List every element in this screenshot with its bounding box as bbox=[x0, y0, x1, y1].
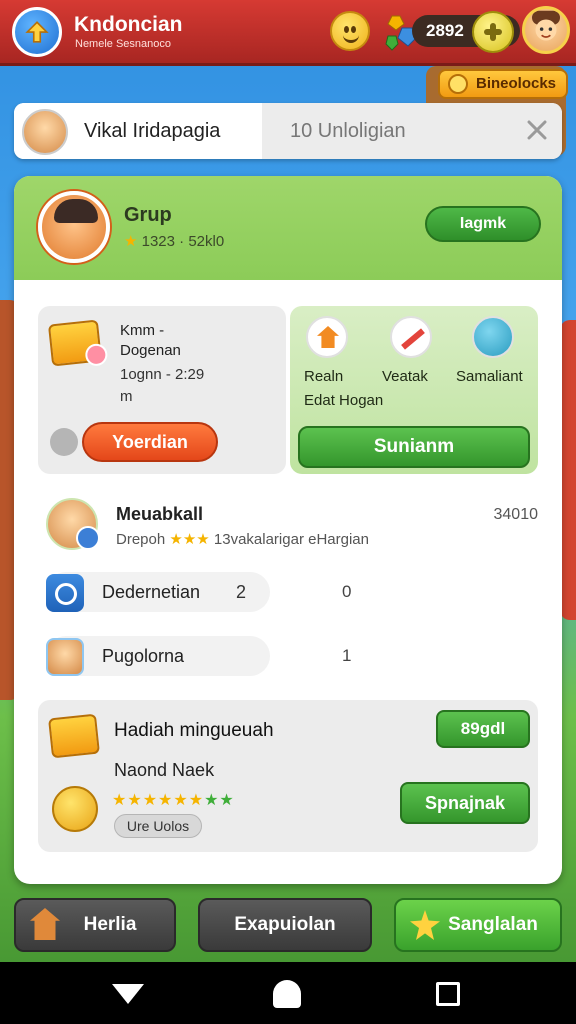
player-avatar bbox=[46, 498, 100, 550]
tabs-row: Vikal Iridapagia 10 Unloligian bbox=[14, 103, 562, 159]
tab-active[interactable]: Vikal Iridapagia bbox=[14, 103, 262, 159]
player-name: Meuabkall bbox=[116, 504, 204, 524]
action-label-3: Samaliant bbox=[456, 368, 523, 385]
ticket-icon bbox=[48, 713, 100, 759]
rating-stars: ★★★ bbox=[169, 531, 210, 548]
list-item[interactable]: Meuabkall Drepoh ★★★ 13vakalarigar eHarg… bbox=[38, 494, 538, 554]
reward-tag: Ure Uolos bbox=[114, 814, 202, 838]
app-title: Kndoncian bbox=[74, 13, 183, 36]
actions-button[interactable]: Sunianm bbox=[298, 426, 530, 468]
app-icon bbox=[46, 574, 84, 612]
main-card: Grup ★ 1323 · 52kl0 Iagmk Kmm - Dogenan … bbox=[14, 176, 562, 884]
reward-stars-green: ★★ bbox=[204, 792, 235, 809]
arrow-up-icon-glyph bbox=[25, 21, 49, 43]
actions-subtext: Edat Hogan bbox=[304, 392, 384, 409]
back-icon[interactable] bbox=[112, 984, 144, 1004]
bottom-action-bar: Herlia Exapuiolan Sanglalan bbox=[0, 892, 576, 960]
arrow-up-icon[interactable] bbox=[12, 7, 62, 57]
reward-title: Hadiah mingueuah bbox=[114, 720, 274, 741]
event-time: 1ognn - 2:29 bbox=[120, 366, 205, 383]
house-icon bbox=[30, 908, 60, 940]
tab-active-label: Vikal Iridapagia bbox=[84, 120, 221, 142]
reward-stars-gold: ★★★★★★ bbox=[112, 792, 205, 809]
close-icon[interactable] bbox=[524, 117, 550, 143]
reward-claim-button[interactable]: Spnajnak bbox=[400, 782, 530, 824]
user-avatar bbox=[22, 109, 68, 155]
group-title: Grup bbox=[124, 204, 172, 226]
list-row[interactable]: Pugolorna 1 bbox=[38, 636, 538, 680]
action-label-1: Realn bbox=[304, 368, 344, 385]
start-button[interactable]: Sanglalan bbox=[394, 898, 562, 952]
check-icon bbox=[50, 428, 78, 456]
reward-subtitle: Naond Naek bbox=[114, 760, 215, 780]
friend-avatar bbox=[46, 638, 84, 676]
row-label: Pugolorna bbox=[102, 646, 185, 666]
row-count: 2 bbox=[236, 582, 247, 602]
player-sub-prefix: Drepoh bbox=[116, 531, 166, 548]
star-icon: ★ bbox=[124, 233, 138, 250]
globe-icon[interactable] bbox=[472, 316, 514, 358]
reward-badge[interactable]: 89gdl bbox=[436, 710, 530, 748]
event-line-4: m bbox=[120, 388, 133, 405]
event-line-1: Kmm - bbox=[120, 322, 165, 339]
event-line-2: Dogenan bbox=[120, 342, 181, 359]
tab-inactive-label: 10 Unloligian bbox=[290, 120, 406, 142]
coin-icon bbox=[52, 786, 98, 832]
reward-stars: ★★★★★★★★ bbox=[112, 790, 235, 810]
group-avatar bbox=[38, 191, 110, 263]
house-icon[interactable] bbox=[306, 316, 348, 358]
app-subtitle: Nemele Sesnanoco bbox=[75, 38, 172, 50]
player-sub-suffix: 13vakalarigar eHargian bbox=[213, 531, 369, 548]
home-button[interactable]: Herlia bbox=[14, 898, 176, 952]
player-score: 34010 bbox=[493, 506, 539, 523]
explore-button[interactable]: Exapuiolan bbox=[198, 898, 372, 952]
top-bar: Kndoncian Nemele Sesnanoco 2892 bbox=[0, 0, 576, 66]
star-icon bbox=[410, 910, 440, 940]
avatar-face-icon bbox=[532, 10, 560, 41]
player-sub: Drepoh ★★★ 13vakalarigar eHargian bbox=[116, 530, 369, 548]
event-panel: Kmm - Dogenan 1ognn - 2:29 m Yoerdian bbox=[38, 306, 286, 474]
event-button[interactable]: Yoerdian bbox=[82, 422, 218, 462]
group-meta-text: 1323 · 52kl0 bbox=[141, 233, 225, 250]
list-row[interactable]: Dedernetian 2 0 bbox=[38, 572, 538, 616]
start-button-label: Sanglalan bbox=[448, 914, 538, 935]
action-label-2: Veatak bbox=[382, 368, 428, 385]
ticket-icon bbox=[47, 319, 103, 367]
system-nav-bar bbox=[0, 962, 576, 1024]
tab-inactive[interactable]: 10 Unloligian bbox=[262, 103, 562, 159]
reward-panel: Hadiah mingueuah Naond Naek ★★★★★★★★ Ure… bbox=[38, 700, 538, 852]
row-label: Dedernetian bbox=[102, 582, 201, 602]
section-badge[interactable]: Bineolocks bbox=[438, 69, 568, 99]
row-value: 0 bbox=[342, 582, 352, 601]
profile-avatar[interactable] bbox=[522, 6, 570, 54]
lock-icon bbox=[448, 74, 468, 94]
group-header: Grup ★ 1323 · 52kl0 Iagmk bbox=[14, 176, 562, 280]
plus-coin-icon[interactable] bbox=[472, 11, 514, 53]
smiley-icon[interactable] bbox=[330, 11, 370, 51]
row-value: 1 bbox=[342, 646, 352, 665]
actions-panel: Realn Veatak Samaliant Edat Hogan Sunian… bbox=[290, 306, 538, 474]
background-house-right bbox=[560, 320, 576, 620]
recent-apps-icon[interactable] bbox=[436, 982, 460, 1006]
tools-icon[interactable] bbox=[390, 316, 432, 358]
section-badge-label: Bineolocks bbox=[476, 75, 557, 92]
group-meta: ★ 1323 · 52kl0 bbox=[124, 232, 224, 250]
home-icon[interactable] bbox=[273, 980, 301, 1008]
home-button-label: Herlia bbox=[83, 914, 137, 935]
group-action-button[interactable]: Iagmk bbox=[425, 206, 541, 242]
